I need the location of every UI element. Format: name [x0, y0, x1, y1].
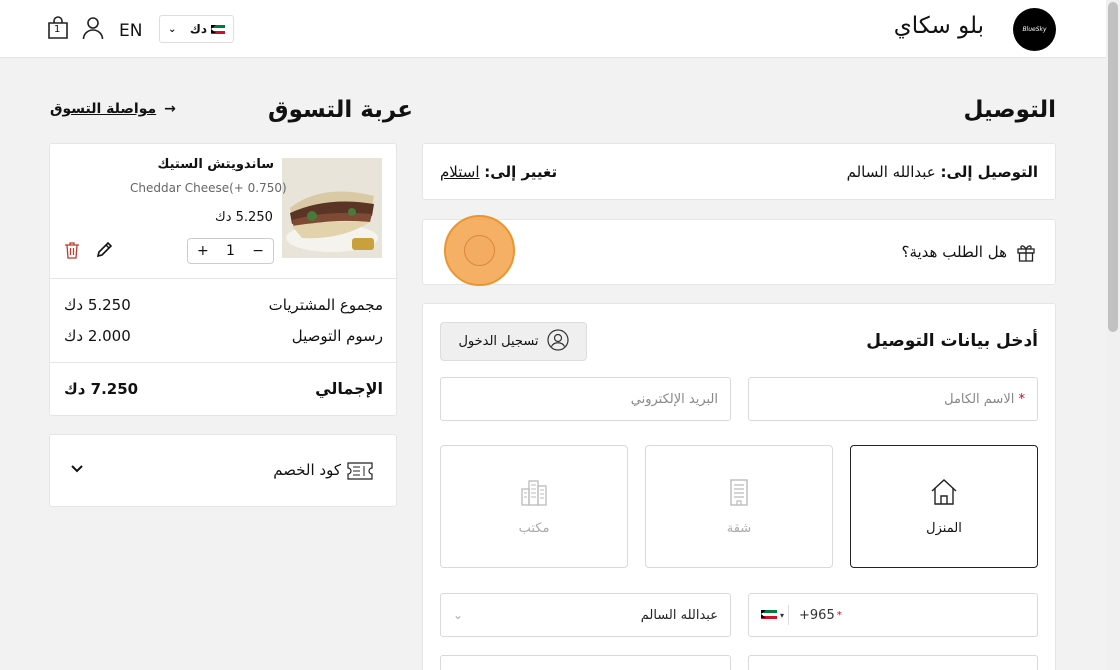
cart-item-option: Cheddar Cheese(+ 0.750) — [130, 181, 287, 195]
discount-code-card[interactable]: كود الخصم — [49, 434, 397, 507]
brand-name[interactable]: بلو سكاي — [894, 13, 984, 39]
login-button-label: تسجيل الدخول — [458, 334, 539, 349]
home-icon — [929, 477, 959, 511]
address-type-label: مكتب — [518, 521, 550, 536]
total-value: 7.250 دك — [64, 380, 139, 398]
kuwait-flag-icon — [761, 610, 777, 620]
divider — [50, 278, 396, 279]
building-icon — [724, 477, 754, 511]
cart-title: عربة التسوق — [268, 97, 413, 123]
gift-toggle[interactable] — [444, 215, 515, 286]
product-image[interactable] — [282, 158, 382, 258]
required-mark: * — [1018, 391, 1026, 407]
language-toggle[interactable]: EN — [119, 21, 142, 41]
user-circle-icon — [546, 328, 569, 355]
page-scrollbar[interactable] — [1106, 0, 1120, 670]
quantity-value: 1 — [226, 243, 235, 259]
total-label: الإجمالي — [315, 379, 383, 398]
chevron-down-icon[interactable] — [70, 462, 84, 478]
pickup-link[interactable]: استلام — [440, 163, 480, 181]
gift-card: هل الطلب هدية؟ — [422, 215, 1056, 286]
scrollbar-thumb[interactable] — [1108, 2, 1118, 332]
currency-label: دك — [189, 22, 207, 36]
deliver-to-value: عبدالله السالم — [846, 163, 936, 181]
area-value: عبدالله السالم — [640, 607, 718, 623]
chevron-down-icon: ⌄ — [453, 608, 464, 622]
address-type-home[interactable]: المنزل — [850, 445, 1038, 568]
subtotal-label: مجموع المشتريات — [268, 296, 383, 314]
full-name-placeholder: الاسم الكامل — [944, 391, 1015, 407]
user-icon[interactable] — [82, 16, 104, 44]
address-type-apartment[interactable]: شقة — [645, 445, 833, 568]
address-type-label: شقة — [726, 521, 752, 536]
delivery-fee-label: رسوم التوصيل — [291, 327, 383, 345]
required-mark: * — [836, 609, 842, 621]
street-field[interactable] — [440, 655, 731, 670]
continue-shopping-label: مواصلة التسوق — [50, 101, 157, 117]
delivery-title: التوصيل — [963, 97, 1056, 123]
cart-count: 1 — [54, 24, 61, 35]
brand-logo[interactable]: BlueSky — [1013, 8, 1056, 51]
logo-text: BlueSky — [1022, 26, 1047, 33]
chevron-down-icon[interactable]: ▾ — [780, 611, 784, 620]
discount-code-label: كود الخصم — [273, 461, 341, 479]
top-header: BlueSky بلو سكاي 1 EN ⌄ دك — [0, 0, 1106, 58]
delete-trash-icon[interactable] — [64, 241, 80, 263]
email-placeholder: البريد الإلكتروني — [630, 391, 718, 407]
quantity-stepper[interactable]: + 1 − — [187, 238, 274, 264]
delivery-form-title: أدخل بيانات التوصيل — [866, 331, 1038, 351]
phone-field[interactable]: ▾ +965 * — [748, 593, 1038, 637]
office-icon — [519, 477, 549, 511]
gift-question: هل الطلب هدية؟ — [901, 243, 1007, 261]
email-field[interactable]: البريد الإلكتروني — [440, 377, 731, 421]
delivery-fee-value: 2.000 دك — [64, 327, 131, 345]
edit-pencil-icon[interactable] — [95, 241, 113, 263]
address-type-office[interactable]: مكتب — [440, 445, 628, 568]
increment-button[interactable]: + — [197, 243, 209, 259]
deliver-to-label: التوصيل إلى: — [940, 163, 1038, 181]
cart-bag-icon[interactable]: 1 — [47, 16, 69, 40]
gift-icon — [1016, 242, 1036, 266]
subtotal-value: 5.250 دك — [64, 296, 131, 314]
arrow-right-icon: → — [164, 101, 176, 117]
currency-select[interactable]: ⌄ دك — [159, 15, 234, 43]
cart-item-name: ساندويتش الستيك — [157, 157, 274, 172]
change-to-label: تغيير إلى: — [484, 163, 558, 181]
coupon-ticket-icon — [347, 462, 373, 484]
chevron-down-icon: ⌄ — [168, 23, 177, 35]
full-name-field[interactable]: * الاسم الكامل — [748, 377, 1038, 421]
cart-item-price: 5.250 دك — [215, 210, 273, 225]
block-field[interactable] — [748, 655, 1038, 670]
kuwait-flag-icon — [211, 24, 225, 34]
continue-shopping-link[interactable]: مواصلة التسوق → — [50, 101, 176, 117]
decrement-button[interactable]: − — [252, 243, 264, 259]
delivery-destination-card: التوصيل إلى: عبدالله السالم تغيير إلى: ا… — [422, 143, 1056, 200]
area-select[interactable]: عبدالله السالم ⌄ — [440, 593, 731, 637]
divider — [50, 362, 396, 363]
phone-prefix: +965 — [799, 607, 835, 623]
login-button[interactable]: تسجيل الدخول — [440, 322, 587, 361]
address-type-label: المنزل — [926, 521, 962, 536]
